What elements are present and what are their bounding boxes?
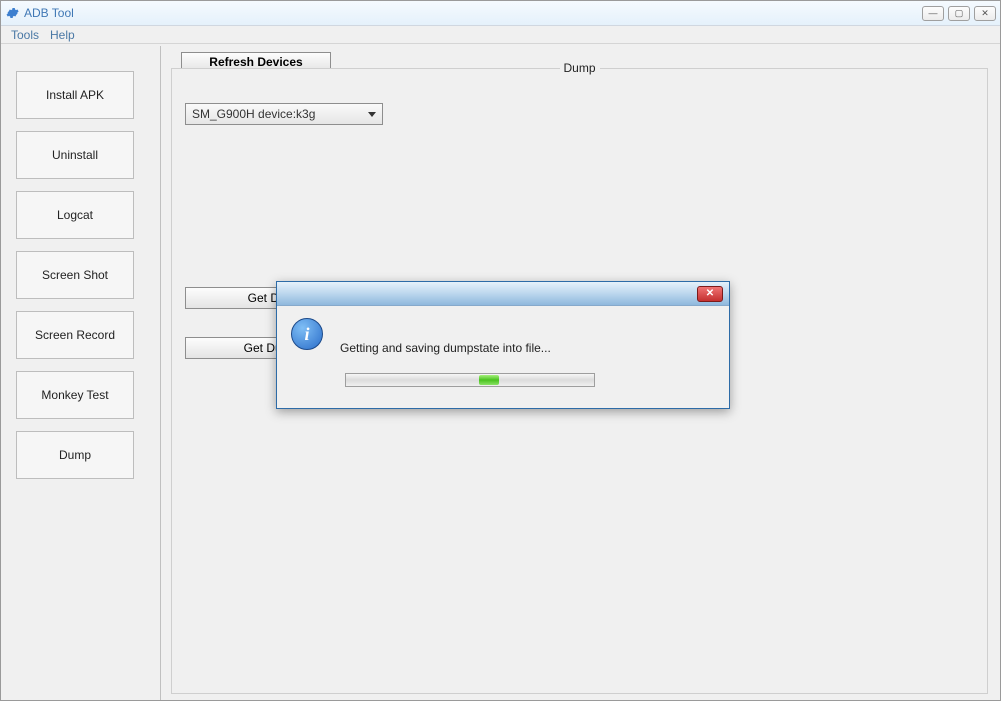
titlebar: ADB Tool — ▢ ✕: [1, 1, 1000, 26]
device-select-value: SM_G900H device:k3g: [192, 107, 315, 121]
sidebar-item-label: Screen Shot: [42, 268, 108, 282]
device-select[interactable]: SM_G900H device:k3g: [185, 103, 383, 125]
sidebar-item-label: Dump: [59, 448, 91, 462]
menubar: Tools Help: [1, 26, 1000, 44]
sidebar-item-label: Uninstall: [52, 148, 98, 162]
minimize-icon: —: [929, 8, 938, 18]
sidebar-monkey-test[interactable]: Monkey Test: [16, 371, 134, 419]
titlebar-left: ADB Tool: [5, 6, 74, 20]
close-window-button[interactable]: ✕: [974, 6, 996, 21]
progress-marquee: [479, 375, 499, 385]
fieldset-legend: Dump: [559, 61, 599, 75]
menu-help[interactable]: Help: [46, 28, 79, 42]
app-window: ADB Tool — ▢ ✕ Tools Help Install APK Un…: [0, 0, 1001, 701]
window-controls: — ▢ ✕: [922, 6, 996, 21]
maximize-icon: ▢: [955, 8, 964, 19]
window-title: ADB Tool: [24, 6, 74, 20]
dialog-close-button[interactable]: ✕: [697, 286, 723, 302]
dialog-titlebar: ✕: [277, 282, 729, 306]
progress-bar: [345, 373, 595, 387]
sidebar-item-label: Install APK: [46, 88, 104, 102]
sidebar-item-label: Monkey Test: [41, 388, 108, 402]
refresh-devices-label: Refresh Devices: [209, 55, 302, 69]
close-icon: ✕: [706, 288, 714, 299]
sidebar-screen-shot[interactable]: Screen Shot: [16, 251, 134, 299]
info-icon: i: [291, 318, 323, 350]
sidebar-dump[interactable]: Dump: [16, 431, 134, 479]
sidebar-install-apk[interactable]: Install APK: [16, 71, 134, 119]
gear-icon: [5, 6, 19, 20]
sidebar-item-label: Logcat: [57, 208, 93, 222]
close-icon: ✕: [981, 8, 989, 19]
sidebar-logcat[interactable]: Logcat: [16, 191, 134, 239]
dialog-message: Getting and saving dumpstate into file..…: [340, 341, 551, 355]
menu-tools[interactable]: Tools: [7, 28, 43, 42]
sidebar: Install APK Uninstall Logcat Screen Shot…: [1, 46, 161, 700]
sidebar-item-label: Screen Record: [35, 328, 115, 342]
progress-dialog: ✕ i Getting and saving dumpstate into fi…: [276, 281, 730, 409]
minimize-button[interactable]: —: [922, 6, 944, 21]
maximize-button[interactable]: ▢: [948, 6, 970, 21]
sidebar-screen-record[interactable]: Screen Record: [16, 311, 134, 359]
sidebar-uninstall[interactable]: Uninstall: [16, 131, 134, 179]
chevron-down-icon: [368, 112, 376, 117]
dialog-body: i Getting and saving dumpstate into file…: [277, 306, 729, 408]
